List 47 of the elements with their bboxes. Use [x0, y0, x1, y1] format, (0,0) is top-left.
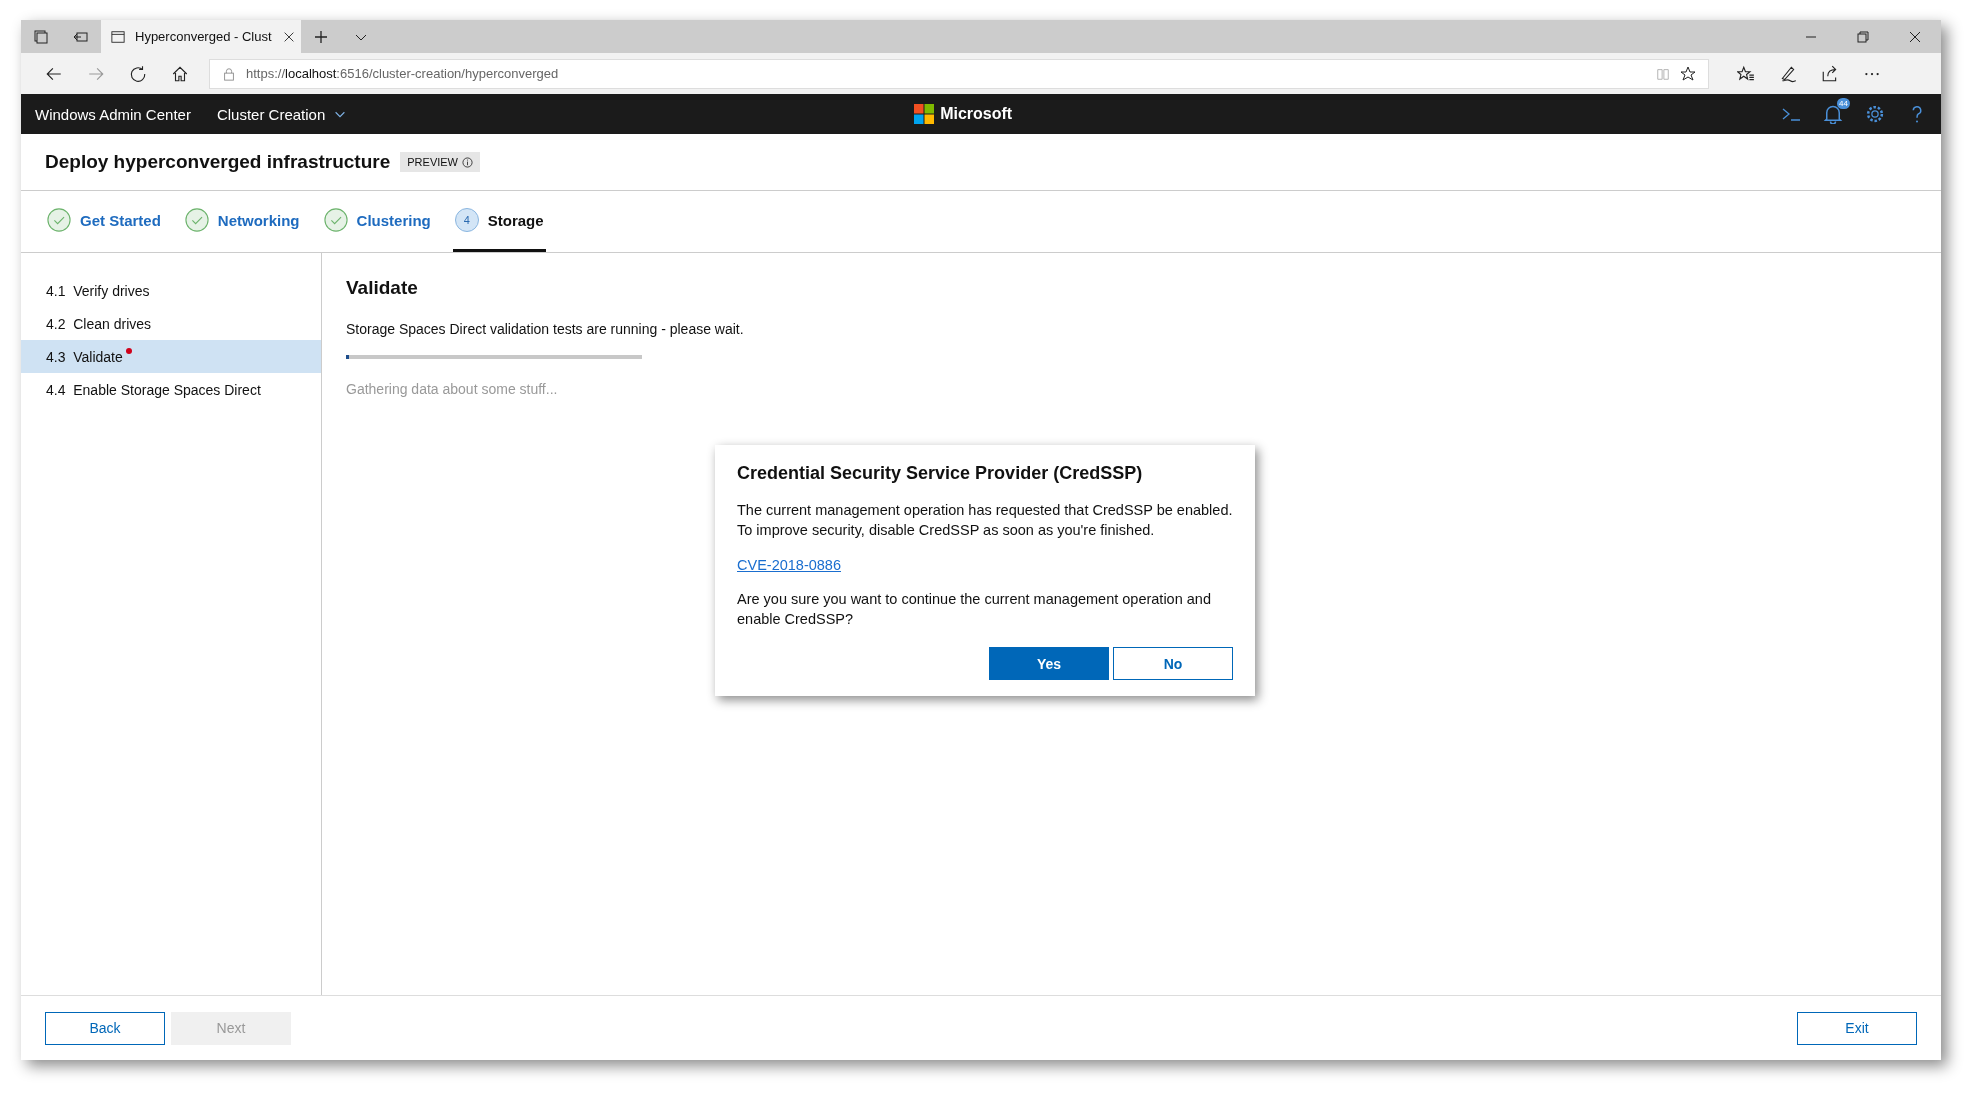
- star-icon[interactable]: [1680, 65, 1696, 82]
- tab-title: Hyperconverged - Clust: [135, 29, 272, 44]
- step-tab[interactable]: Networking: [182, 191, 302, 252]
- wizard-button[interactable]: Back: [45, 1011, 165, 1045]
- bell-icon[interactable]: [1823, 104, 1843, 124]
- context-menu[interactable]: Cluster Creation: [216, 105, 348, 123]
- notification-badge: 44: [1837, 98, 1850, 109]
- dialog-title: Credential Security Service Provider (CredSSP): [737, 463, 1144, 484]
- sidebar-item[interactable]: 4.2 Clean drives: [21, 307, 321, 340]
- exit-button[interactable]: Exit: [1797, 1011, 1917, 1045]
- home-icon[interactable]: [171, 64, 189, 83]
- confirm-button[interactable]: Yes: [989, 647, 1109, 680]
- sidebar-item[interactable]: 4.1 Verify drives: [21, 274, 321, 307]
- page-icon: [111, 29, 125, 44]
- restore-icon[interactable]: [1855, 28, 1871, 45]
- step-number: 4: [454, 208, 479, 232]
- progress-status: Gathering data about some stuff...: [346, 381, 559, 397]
- favorites-icon[interactable]: [1737, 64, 1755, 83]
- dialog-question: Are you sure you want to continue the current management operation and enable CredSSP?: [737, 590, 1212, 629]
- settings-icon[interactable]: [1865, 104, 1885, 124]
- lock-icon: [222, 66, 236, 81]
- browser-tab[interactable]: Hyperconverged - Clust: [101, 20, 301, 53]
- check-circle-icon: [47, 208, 71, 232]
- dialog-text: The current management operation has requested that CredSSP be enabled. To improve security, disable CredSSP as soon as you're finished.: [737, 501, 1233, 540]
- sidebar-item[interactable]: 4.3 Validate: [21, 340, 321, 373]
- logo-text: Microsoft: [940, 105, 1013, 123]
- check-circle-icon: [323, 208, 348, 232]
- step-tab[interactable]: 4 Storage: [452, 191, 546, 252]
- cve-link[interactable]: CVE-2018-0886: [737, 557, 841, 573]
- section-heading: Validate: [346, 277, 419, 299]
- pen-icon[interactable]: [1779, 64, 1797, 83]
- four-squares-logo: [914, 104, 935, 124]
- sidebar-item[interactable]: 4.4 Enable Storage Spaces Direct: [21, 373, 321, 406]
- step-tab[interactable]: Clustering: [321, 191, 433, 252]
- preview-badge[interactable]: PREVIEW: [400, 152, 480, 172]
- refresh-icon[interactable]: [129, 64, 147, 83]
- app-name[interactable]: Windows Admin Center: [35, 105, 191, 123]
- page-title: Deploy hyperconverged infrastructure: [45, 151, 391, 173]
- address-field[interactable]: https://localhost:6516/cluster-creation/hyperconverged: [209, 58, 1709, 89]
- status-message: Storage Spaces Direct validation tests are running - please wait.: [346, 321, 745, 337]
- share-icon[interactable]: [1821, 64, 1839, 83]
- check-circle-icon: [184, 208, 209, 232]
- url-text: https://localhost:6516/cluster-creation/hyperconverged: [246, 66, 559, 81]
- tabs-icon[interactable]: [33, 28, 49, 45]
- step-tab[interactable]: Get Started: [45, 191, 163, 252]
- plus-icon[interactable]: [313, 28, 329, 45]
- cancel-button[interactable]: No: [1113, 647, 1233, 680]
